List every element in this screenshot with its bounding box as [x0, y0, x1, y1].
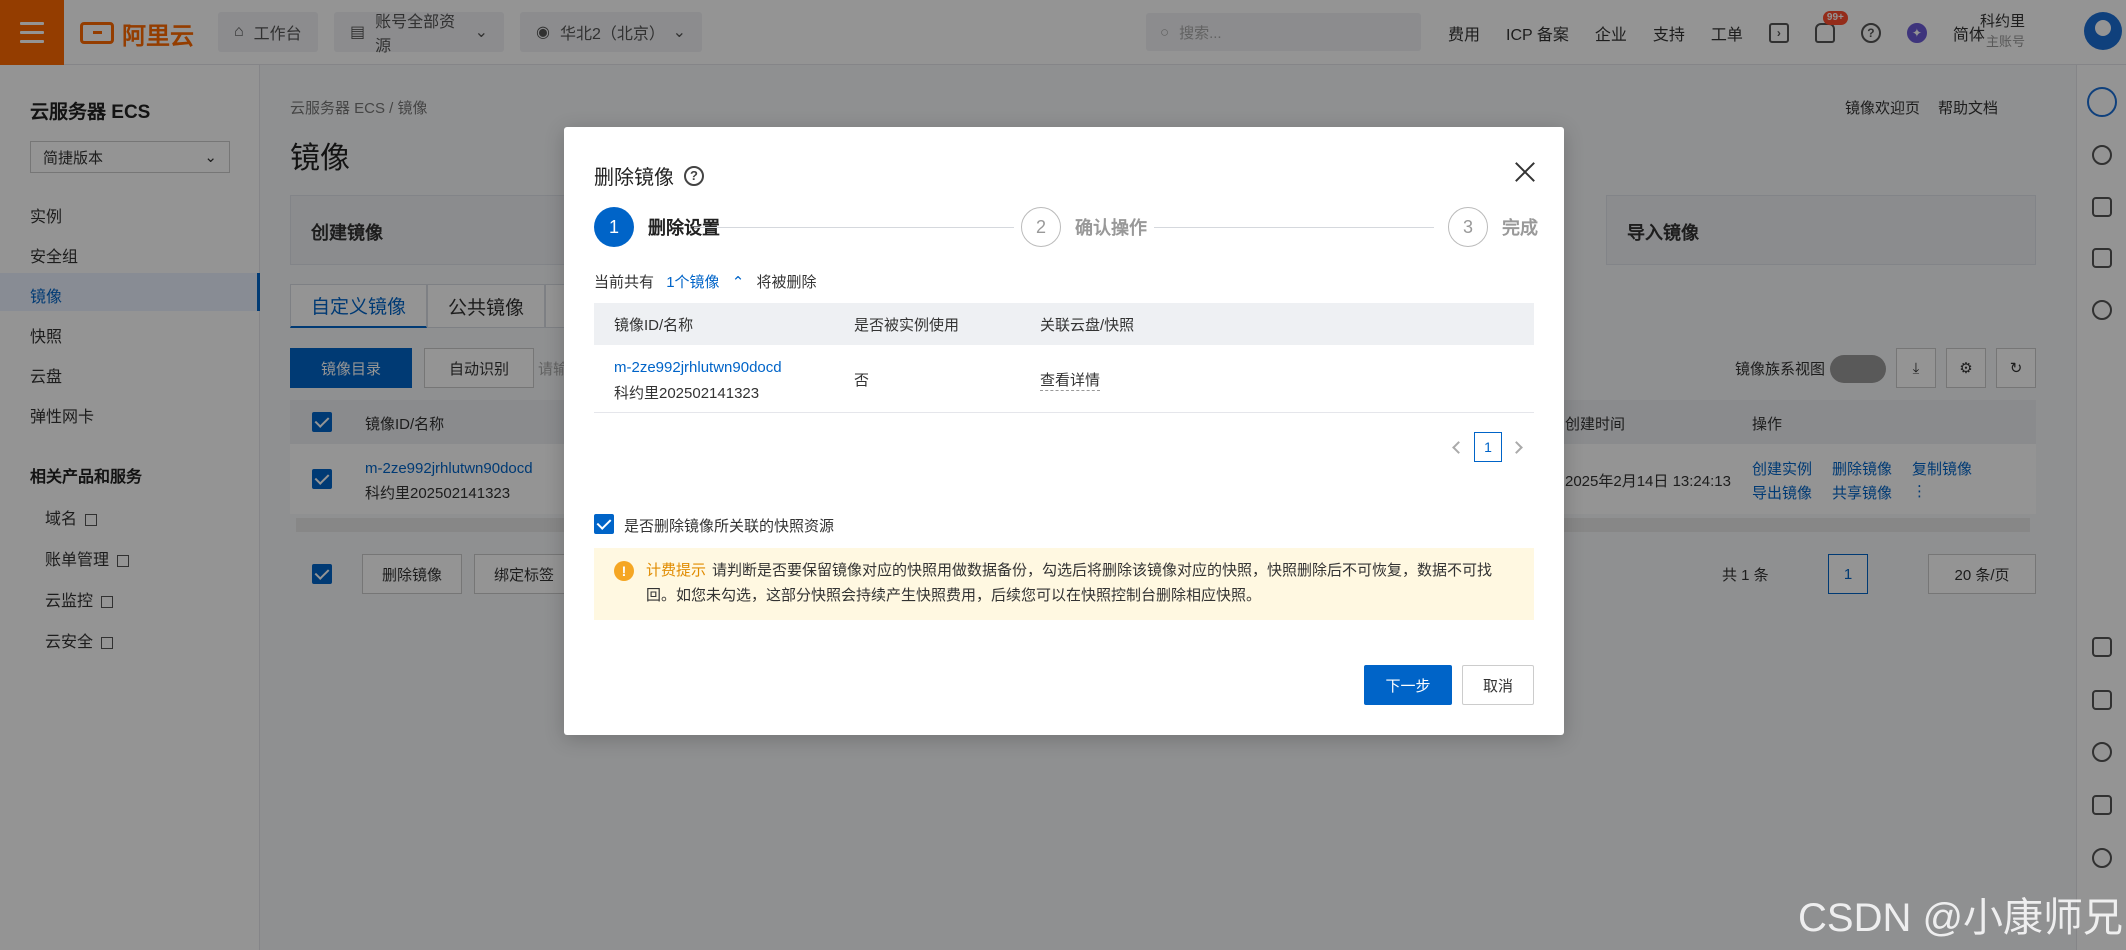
step-label: 完成	[1502, 218, 1538, 238]
row-used-value: 否	[854, 372, 870, 389]
step-confirm: 2 确认操作	[1021, 207, 1147, 247]
dialog-title: 删除镜像 ?	[594, 161, 704, 190]
step-label: 确认操作	[1075, 218, 1147, 238]
delete-summary: 当前共有 1个镜像 ⌃ 将被删除	[594, 274, 817, 291]
col-image-id: 镜像ID/名称	[614, 317, 694, 334]
delete-snapshots-checkbox[interactable]	[594, 514, 614, 534]
next-step-button[interactable]: 下一步	[1364, 665, 1452, 705]
row-image-id[interactable]: m-2ze992jrhlutwn90docd	[614, 359, 782, 376]
step-connector	[1154, 227, 1434, 228]
step-connector	[694, 227, 1014, 228]
watermark: CSDN @小康师兄	[1798, 896, 2124, 940]
dialog-table-header: 镜像ID/名称 是否被实例使用 关联云盘/快照	[594, 303, 1534, 345]
row-image-name: 科约里202502141323	[614, 385, 760, 402]
image-count-link[interactable]: 1个镜像	[666, 274, 719, 291]
warning-icon: !	[614, 561, 634, 581]
cancel-button[interactable]: 取消	[1462, 665, 1534, 705]
col-used-by-instance: 是否被实例使用	[854, 317, 960, 334]
col-related-disks: 关联云盘/快照	[1040, 317, 1135, 334]
delete-snapshots-label[interactable]: 是否删除镜像所关联的快照资源	[624, 515, 834, 536]
step-number: 1	[594, 207, 634, 247]
prev-page-icon[interactable]	[1452, 441, 1465, 454]
step-number: 2	[1021, 207, 1061, 247]
step-number: 3	[1448, 207, 1488, 247]
view-details-link[interactable]: 查看详情	[1040, 369, 1101, 391]
help-icon[interactable]: ?	[684, 165, 704, 186]
delete-image-dialog: 删除镜像 ? 1 删除设置 2 确认操作 3 完成 当前共有 1个镜像 ⌃ 将被…	[564, 127, 1564, 735]
next-page-icon[interactable]	[1510, 441, 1523, 454]
notice-text: 请判断是否要保留镜像对应的快照用做数据备份，勾选后将删除该镜像对应的快照，快照删…	[646, 562, 1493, 604]
chevron-up-icon[interactable]: ⌃	[732, 274, 745, 291]
billing-notice: ! 计费提示 请判断是否要保留镜像对应的快照用做数据备份，勾选后将删除该镜像对应的…	[594, 548, 1534, 620]
table-row: m-2ze992jrhlutwn90docd 科约里202502141323 否…	[594, 345, 1534, 413]
notice-title: 计费提示	[646, 562, 707, 579]
step-done: 3 完成	[1448, 207, 1538, 247]
close-icon[interactable]	[1514, 161, 1536, 183]
page-number[interactable]: 1	[1474, 432, 1502, 462]
